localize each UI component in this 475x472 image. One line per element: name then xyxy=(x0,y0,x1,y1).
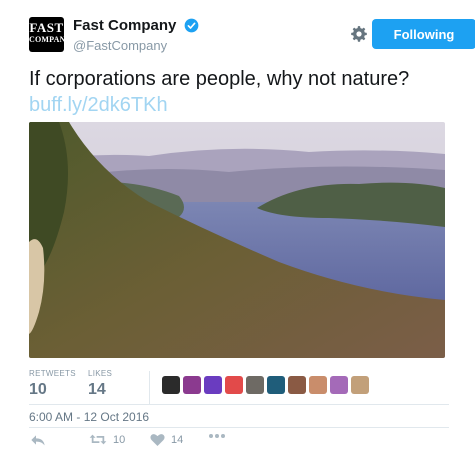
following-button[interactable]: Following xyxy=(372,19,475,49)
tweet-photo[interactable] xyxy=(29,122,445,358)
liker-avatar[interactable] xyxy=(309,376,327,394)
liker-avatar[interactable] xyxy=(267,376,285,394)
liker-avatar[interactable] xyxy=(351,376,369,394)
liker-avatar[interactable] xyxy=(225,376,243,394)
liker-avatar[interactable] xyxy=(204,376,222,394)
likes-stat[interactable]: LIKES 14 xyxy=(88,369,112,399)
retweet-count: 10 xyxy=(113,433,126,446)
verified-badge-icon xyxy=(184,18,199,33)
likes-value: 14 xyxy=(88,381,106,398)
like-count: 14 xyxy=(171,433,184,446)
tweet-actions: 10 14 xyxy=(29,433,449,453)
tweet-stats: RETWEETS 10 LIKES 14 xyxy=(29,369,445,409)
liker-avatar[interactable] xyxy=(183,376,201,394)
liker-avatar[interactable] xyxy=(162,376,180,394)
more-dots-icon xyxy=(209,434,225,438)
author-info: Fast Company @FastCompany xyxy=(73,17,199,53)
retweets-value: 10 xyxy=(29,381,47,398)
divider xyxy=(29,404,449,405)
tweet-timestamp[interactable]: 6:00 AM - 12 Oct 2016 xyxy=(29,410,149,424)
retweets-stat[interactable]: RETWEETS 10 xyxy=(29,369,76,399)
tweet-header: FAST COMPANY Fast Company @FastCompany F… xyxy=(29,17,475,59)
tweet-body: If corporations are people, why not natu… xyxy=(29,67,449,117)
retweet-button[interactable]: 10 xyxy=(89,433,125,446)
liker-avatar[interactable] xyxy=(330,376,348,394)
gear-icon[interactable] xyxy=(350,25,368,43)
author-name[interactable]: Fast Company xyxy=(73,17,176,34)
stats-divider xyxy=(149,371,150,405)
tweet-link[interactable]: buff.ly/2dk6TKh xyxy=(29,93,449,117)
landscape-photo xyxy=(29,122,445,358)
reply-button[interactable] xyxy=(30,433,46,447)
liker-avatar[interactable] xyxy=(246,376,264,394)
divider xyxy=(29,427,449,428)
fast-company-logo-avatar[interactable]: FAST COMPANY xyxy=(29,17,71,52)
retweet-icon xyxy=(89,434,107,445)
like-button[interactable]: 14 xyxy=(150,433,183,446)
reply-icon xyxy=(31,435,45,446)
tweet-text: If corporations are people, why not natu… xyxy=(29,68,410,90)
heart-icon xyxy=(150,434,165,446)
likes-label: LIKES xyxy=(88,369,113,378)
liker-avatar[interactable] xyxy=(288,376,306,394)
more-button[interactable] xyxy=(208,433,226,439)
retweets-label: RETWEETS xyxy=(29,369,76,378)
author-handle[interactable]: @FastCompany xyxy=(73,38,199,53)
